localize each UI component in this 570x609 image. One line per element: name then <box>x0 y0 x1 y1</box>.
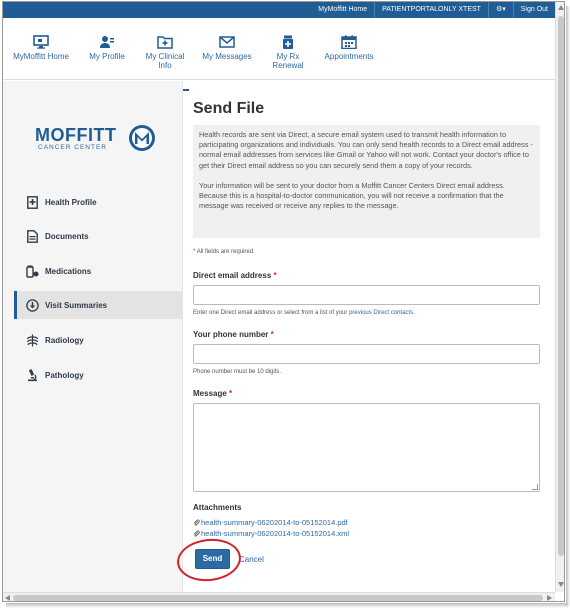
phone-number-input[interactable] <box>193 344 540 364</box>
required-fields-note: * All fields are required. <box>193 249 255 255</box>
resize-grip-icon[interactable] <box>532 484 538 490</box>
main-navigation: MyMoffitt Home My Profile My Clinical In… <box>3 18 555 91</box>
scroll-down-arrow-icon[interactable] <box>558 582 564 587</box>
browser-window: MyMoffitt Home PATIENTPORTALONLY XTEST ⚙… <box>2 1 565 602</box>
settings-menu[interactable]: ⚙▾ <box>487 2 513 18</box>
message-label: Message * <box>193 389 233 398</box>
pill-bottle-icon <box>283 35 293 49</box>
nav-label: My Profile <box>89 52 125 61</box>
sidebar-item-label: Medications <box>45 266 92 276</box>
nav-label: My Messages <box>202 52 252 61</box>
moffitt-logo[interactable]: MOFFITT CANCER CENTER <box>35 124 165 154</box>
sidebar-item-label: Visit Summaries <box>45 300 108 310</box>
page-title: Send File <box>193 100 265 117</box>
chevron-down-icon: ▾ <box>502 6 506 13</box>
info-paragraph-1: Health records are sent via Direct, a se… <box>199 130 533 170</box>
phone-number-label: Your phone number * <box>193 330 274 339</box>
attachments-heading: Attachments <box>193 503 242 512</box>
direct-email-input[interactable] <box>193 285 540 305</box>
ribcage-icon <box>25 333 39 347</box>
calendar-icon <box>341 35 357 49</box>
direct-email-help: Enter one Direct email address or select… <box>193 310 415 316</box>
nav-label: MyMoffitt Home <box>13 52 69 61</box>
attachment-filename: health-summary-06202014-to-05152014.xml <box>201 529 350 538</box>
message-textarea[interactable] <box>193 403 540 492</box>
medical-file-icon <box>25 195 39 209</box>
top-utility-bar: MyMoffitt Home PATIENTPORTALONLY XTEST ⚙… <box>3 2 555 18</box>
scroll-right-arrow-icon[interactable] <box>547 595 552 601</box>
vertical-scrollbar[interactable] <box>555 2 564 592</box>
sidebar-item-pathology[interactable]: Pathology <box>14 361 182 389</box>
topbar-home-link[interactable]: MyMoffitt Home <box>311 2 374 18</box>
attachment-filename: health-summary-06202014-to-05152014.pdf <box>201 518 348 527</box>
attachment-link-xml[interactable]: health-summary-06202014-to-05152014.xml <box>193 529 349 538</box>
download-circle-icon <box>25 298 39 312</box>
nav-mymoffitt-home[interactable]: MyMoffitt Home <box>13 35 69 61</box>
sidebar-item-radiology[interactable]: Radiology <box>14 326 182 354</box>
user-card-icon <box>100 36 114 48</box>
sidebar-item-visit-summaries[interactable]: Visit Summaries <box>14 291 182 319</box>
window-shadow-bottom <box>6 603 568 608</box>
horizontal-scrollbar[interactable] <box>3 592 555 601</box>
sidebar-item-label: Radiology <box>45 335 84 345</box>
info-notice: Health records are sent via Direct, a se… <box>193 125 540 238</box>
nav-my-messages[interactable]: My Messages <box>201 35 253 61</box>
logo-name: MOFFITT <box>35 125 117 145</box>
sidebar: MOFFITT CANCER CENTER Health Profile Doc… <box>3 81 183 596</box>
topbar-user-name[interactable]: PATIENTPORTALONLY XTEST <box>374 2 488 18</box>
scroll-up-arrow-icon[interactable] <box>558 5 564 10</box>
envelope-icon <box>219 36 235 48</box>
paperclip-icon <box>193 519 200 526</box>
previous-direct-contacts-link[interactable]: previous Direct contacts <box>349 310 413 316</box>
sidebar-item-documents[interactable]: Documents <box>14 222 182 250</box>
sidebar-item-label: Health Profile <box>45 197 97 207</box>
horizontal-scroll-thumb[interactable] <box>13 595 543 601</box>
window-shadow-right <box>566 6 570 606</box>
nav-my-profile[interactable]: My Profile <box>85 35 129 61</box>
nav-label: My Clinical Info <box>145 52 185 70</box>
phone-number-help: Phone number must be 10 digits. <box>193 369 282 375</box>
info-paragraph-2: Your information will be sent to your do… <box>199 180 505 211</box>
cancel-link[interactable]: Cancel <box>239 555 264 564</box>
sidebar-item-medications[interactable]: Medications <box>14 257 182 285</box>
direct-email-label: Direct email address * <box>193 271 277 280</box>
sidebar-item-label: Documents <box>45 231 89 241</box>
nav-label: My Rx Renewal <box>272 52 304 70</box>
nav-my-clinical-info[interactable]: My Clinical Info <box>141 35 189 91</box>
vertical-scroll-thumb[interactable] <box>558 16 564 556</box>
monitor-icon <box>33 35 49 49</box>
paperclip-icon <box>193 530 200 537</box>
medications-icon <box>25 264 39 278</box>
scroll-left-arrow-icon[interactable] <box>5 595 10 601</box>
attachment-link-pdf[interactable]: health-summary-06202014-to-05152014.pdf <box>193 518 348 527</box>
document-icon <box>25 229 39 243</box>
moffitt-m-emblem-icon <box>129 125 155 151</box>
nav-label: Appointments <box>324 52 374 61</box>
folder-plus-icon <box>157 36 173 49</box>
sign-out-link[interactable]: Sign Out <box>512 2 555 18</box>
microscope-icon <box>25 368 39 382</box>
nav-appointments[interactable]: Appointments <box>321 35 377 61</box>
logo-subtitle: CANCER CENTER <box>38 144 107 151</box>
sidebar-item-health-profile[interactable]: Health Profile <box>14 188 182 216</box>
nav-my-rx-renewal[interactable]: My Rx Renewal <box>269 35 307 70</box>
sidebar-item-label: Pathology <box>45 370 84 380</box>
